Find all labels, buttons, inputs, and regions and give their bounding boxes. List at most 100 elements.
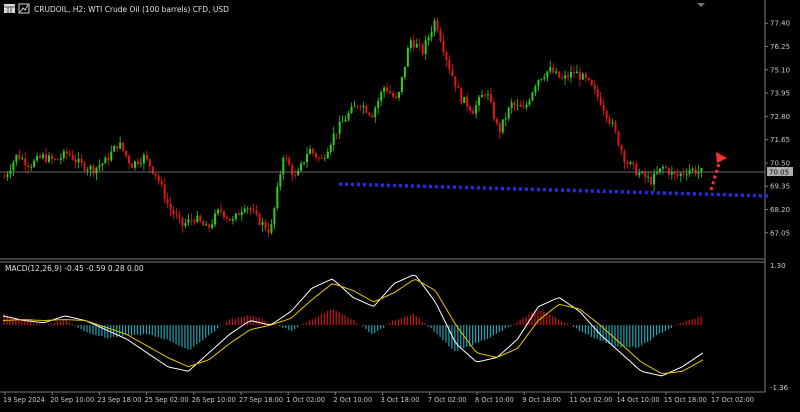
- candle-body: [546, 71, 549, 78]
- candle-body: [534, 86, 537, 93]
- candle-body: [311, 148, 314, 154]
- candle-body: [308, 148, 311, 155]
- candle-body: [486, 93, 489, 96]
- candle-body: [344, 119, 347, 122]
- candle-body: [492, 102, 495, 120]
- candle-body: [163, 184, 166, 200]
- candle-body: [397, 92, 400, 98]
- candle-body: [113, 145, 116, 152]
- candle-body: [635, 164, 638, 176]
- candle-body: [682, 173, 685, 175]
- candle-body: [676, 174, 679, 177]
- candle-body: [362, 105, 365, 108]
- candle-body: [77, 158, 80, 163]
- symbol-header[interactable]: CRUDOIL, H2: WTI Crude Oil (100 barrels)…: [4, 3, 229, 14]
- candle-body: [42, 154, 45, 158]
- candle-body: [255, 210, 258, 214]
- candle-body: [664, 166, 667, 169]
- candle-body: [549, 67, 552, 72]
- candle-body: [264, 221, 267, 229]
- candle-body: [184, 222, 187, 226]
- time-tick-label: 14 Oct 10:00: [617, 396, 660, 404]
- candle-body: [555, 71, 558, 73]
- candle-body: [27, 165, 30, 168]
- candle-body: [190, 219, 193, 221]
- candle-body: [359, 106, 362, 108]
- candle-body: [217, 209, 220, 214]
- candle-body: [306, 154, 309, 163]
- trading-chart-window[interactable]: 77.40 76.25 75.10 73.95 72.80 71.65 70.50 69.35…: [0, 0, 800, 408]
- candle-body: [691, 168, 694, 171]
- time-tick-label: 17 Oct 02:00: [711, 396, 754, 404]
- candle-body: [495, 119, 498, 124]
- candle-body: [371, 114, 374, 118]
- candle-body: [267, 228, 270, 233]
- candle-body: [12, 162, 15, 171]
- price-tick-label: 75.10: [770, 66, 790, 74]
- candle-body: [347, 113, 350, 120]
- candle-body: [317, 157, 320, 159]
- candle-body: [626, 162, 629, 165]
- candle-body: [300, 163, 303, 171]
- candle-body: [243, 208, 246, 212]
- candle-body: [320, 157, 323, 159]
- macd-axis-top-label: 1.30: [770, 262, 786, 270]
- candle-body: [56, 159, 59, 161]
- price-tick-label: 71.65: [770, 136, 790, 144]
- candle-body: [386, 87, 389, 92]
- candle-body: [231, 219, 234, 221]
- candle-body: [80, 158, 83, 164]
- candle-body: [104, 157, 107, 164]
- candle-body: [288, 158, 291, 166]
- candle-body: [567, 75, 570, 78]
- candle-body: [50, 155, 53, 159]
- candle-body: [611, 122, 614, 124]
- candle-body: [353, 105, 356, 107]
- candle-body: [368, 112, 371, 115]
- candle-body: [53, 158, 56, 160]
- candle-body: [86, 169, 89, 171]
- candle-body: [208, 224, 211, 228]
- candle-body: [475, 105, 478, 114]
- candle-body: [326, 151, 329, 159]
- candle-body: [187, 219, 190, 223]
- current-price-label: 70.05: [769, 169, 789, 177]
- candle-body: [694, 168, 697, 174]
- candle-body: [700, 168, 703, 172]
- price-tick-label: 72.80: [770, 113, 790, 121]
- candle-body: [552, 67, 555, 73]
- candle-body: [323, 158, 326, 159]
- candle-body: [261, 221, 264, 225]
- candle-body: [297, 170, 300, 176]
- candle-body: [389, 91, 392, 94]
- candle-body: [436, 20, 439, 31]
- candle-body: [166, 199, 169, 204]
- candle-body: [644, 171, 647, 178]
- candle-body: [45, 154, 48, 162]
- candle-body: [24, 158, 27, 166]
- candle-body: [406, 48, 409, 67]
- candle-body: [285, 158, 288, 160]
- candle-body: [661, 166, 664, 169]
- candle-body: [222, 211, 225, 218]
- candle-body: [374, 107, 377, 118]
- candle-body: [181, 217, 184, 226]
- candle-body: [65, 151, 68, 154]
- candle-body: [421, 44, 424, 55]
- candle-body: [653, 173, 656, 185]
- candle-body: [377, 100, 380, 108]
- price-tick-label: 70.50: [770, 159, 790, 167]
- candle-body: [199, 215, 202, 222]
- candle-body: [6, 174, 9, 178]
- candle-body: [540, 79, 543, 81]
- chart-canvas[interactable]: 77.40 76.25 75.10 73.95 72.80 71.65 70.50 69.35…: [0, 0, 800, 408]
- candle-body: [489, 93, 492, 103]
- candle-body: [225, 217, 228, 219]
- candle-body: [469, 106, 472, 111]
- candle-body: [237, 213, 240, 216]
- candle-body: [424, 40, 427, 55]
- candle-body: [667, 168, 670, 175]
- candle-body: [454, 76, 457, 87]
- candle-body: [430, 31, 433, 38]
- candle-body: [356, 105, 359, 107]
